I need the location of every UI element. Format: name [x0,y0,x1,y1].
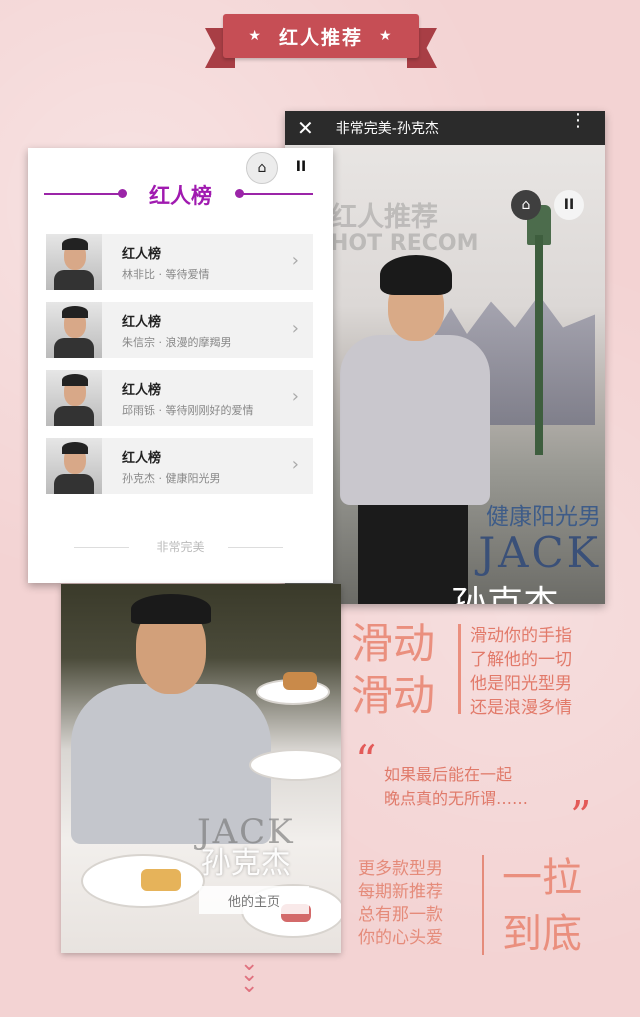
slide-copy-line: 了解他的一切 [470,650,572,670]
close-icon[interactable]: ✕ [297,116,314,140]
ranking-list-item[interactable]: 红人榜 林非比 · 等待爱情 › [46,234,313,290]
more-copy-line: 每期新推荐 [358,882,443,902]
home-icon[interactable]: ⌂ [511,190,541,220]
slide-word-1: 滑动 [351,619,436,668]
his-homepage-button[interactable]: 他的主页 [199,886,309,914]
afternoon-tea-photo: JACK 孙克杰 他的主页 [61,584,341,953]
profile-phone-screen: ✕ 非常完美-孙克杰 ⋮ 红人推荐 HOT RECOM ⌂ II 健康阳光男 J… [285,111,605,604]
ranking-list-item[interactable]: 红人榜 邱雨铄 · 等待刚刚好的爱情 › [46,370,313,426]
list-item-subtitle: 林非比 · 等待爱情 [122,267,210,281]
list-item-text: 红人榜 林非比 · 等待爱情 [122,243,210,282]
ranking-list-item[interactable]: 红人榜 朱信宗 · 浪漫的摩羯男 › [46,302,313,358]
close-quote-icon: ” [570,792,592,841]
chevron-right-icon: › [291,454,299,475]
chevron-right-icon: › [291,250,299,271]
star-icon: ★ [379,28,394,44]
avatar-body [54,270,94,290]
more-menu-icon[interactable]: ⋮ [569,112,587,130]
avatar-hair [62,306,88,318]
list-item-text: 红人榜 孙克杰 · 健康阳光男 [122,447,221,486]
avatar-body [54,406,94,426]
quote-line: 晚点真的无所谓…… [384,789,529,808]
slide-headline: 滑动 滑动 [351,618,435,722]
model-hat [380,255,452,295]
slide-copy-line: 还是浪漫多情 [470,698,572,718]
tray-plate [249,749,341,781]
slide-divider [458,624,461,714]
street-photo: 红人推荐 HOT RECOM ⌂ II 健康阳光男 JACK 孙克杰 ︿ [285,145,605,604]
ranking-list-item[interactable]: 红人榜 孙克杰 · 健康阳光男 › [46,438,313,494]
list-item-subtitle: 邱雨铄 · 等待刚刚好的爱情 [122,403,254,417]
model-hoodie [340,335,490,505]
more-divider [482,855,484,955]
pull-word-2: 到底 [502,911,582,957]
pause-icon[interactable]: II [286,152,316,182]
list-item-title: 红人榜 [122,246,162,262]
slide-copy-line: 滑动你的手指 [470,626,572,646]
ribbon-banner: ★ 红人推荐 ★ [223,14,419,58]
list-item-title: 红人榜 [122,382,162,398]
dessert [283,672,317,690]
chevron-right-icon: › [291,386,299,407]
ranking-title: 红人榜 [149,184,212,208]
avatar [46,438,102,494]
profile-tag: 健康阳光男 JACK 孙克杰 [431,497,601,604]
ranking-phone-screen: ⌂ II 红人榜 红人榜 林非比 · 等待爱情 › 红人榜 朱信宗 · 浪漫的摩… [28,148,333,583]
list-item-subtitle: 孙克杰 · 健康阳光男 [122,471,221,485]
lamp-post [535,235,543,455]
profile-tagline: 健康阳光男 [486,504,601,530]
more-copy-line: 更多款型男 [358,859,443,879]
dessert [141,869,181,891]
avatar-body [54,474,94,494]
list-item-title: 红人榜 [122,314,162,330]
footer-divider-right [228,547,283,548]
avatar-hair [62,238,88,250]
list-item-title: 红人榜 [122,450,162,466]
open-quote-icon: “ [355,736,377,785]
ribbon-title: 红人推荐 [278,26,363,49]
hot-recommend-watermark: 红人推荐 HOT RECOM [330,202,479,257]
webview-title: 非常完美-孙克杰 [335,121,439,137]
quote-copy: 如果最后能在一起 晚点真的无所谓…… [384,763,528,811]
pull-to-bottom-headline: 一拉 到底 [494,850,590,962]
more-copy: 更多款型男 每期新推荐 总有那一款 你的心头爱 [358,858,443,950]
watermark-en: HOT RECOM [330,231,479,256]
webview-title-bar: ✕ 非常完美-孙克杰 ⋮ [285,111,605,145]
avatar-hair [62,442,88,454]
header-ribbon: ★ 红人推荐 ★ [205,14,437,68]
avatar [46,370,102,426]
profile-english-name: JACK [478,528,601,577]
pause-icon[interactable]: II [554,190,584,220]
avatar-body [54,338,94,358]
scroll-down-icon: ⌄ ⌄ ⌄ [240,953,259,998]
slide-copy: 滑动你的手指 了解他的一切 他是阳光型男 还是浪漫多情 [470,624,572,720]
name-watermark: JACK 孙克杰 [197,812,295,881]
title-divider-right [238,193,313,195]
more-copy-line: 总有那一款 [358,905,443,925]
avatar-hair [62,374,88,386]
watermark-en: JACK [197,812,295,852]
watermark-cn: 孙克杰 [200,846,291,881]
chevron-right-icon: › [291,318,299,339]
avatar [46,234,102,290]
chevron-down-icon: ⌄ [240,973,259,998]
model-hair [131,594,211,624]
star-icon: ★ [248,28,263,44]
swipe-up-icon: ︿ [440,594,462,605]
pull-word-1: 一拉 [502,855,582,901]
watermark-cn: 红人推荐 [330,202,438,233]
list-item-subtitle: 朱信宗 · 浪漫的摩羯男 [122,335,232,349]
slide-word-2: 滑动 [351,671,436,720]
list-item-text: 红人榜 邱雨铄 · 等待刚刚好的爱情 [122,379,254,418]
more-copy-line: 你的心头爱 [358,928,443,948]
footer-brand: 非常完美 [156,540,205,554]
slide-copy-line: 他是阳光型男 [470,674,572,694]
ranking-list: 红人榜 林非比 · 等待爱情 › 红人榜 朱信宗 · 浪漫的摩羯男 › 红人榜 … [46,234,313,506]
avatar [46,302,102,358]
list-item-text: 红人榜 朱信宗 · 浪漫的摩羯男 [122,311,232,350]
quote-line: 如果最后能在一起 [384,765,513,784]
